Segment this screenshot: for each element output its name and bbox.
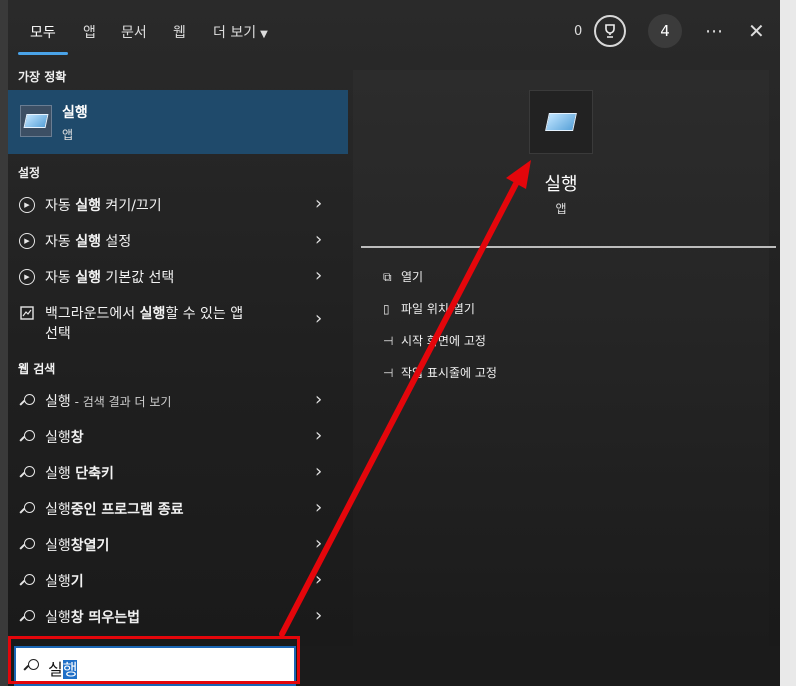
preview-app-name: 실행 xyxy=(544,174,578,195)
rewards-count: 0 xyxy=(574,23,583,39)
chevron-right-icon: › xyxy=(315,461,323,482)
settings-item-label: 자동 실행 설정 xyxy=(45,234,132,250)
account-button[interactable]: 4 xyxy=(648,14,682,48)
web-search-heading: 웹 검색 xyxy=(18,362,56,376)
desktop-right-strip xyxy=(780,0,796,686)
open-file-location-action[interactable]: ▯ 파일 위치 열기 xyxy=(383,300,475,317)
results-panel: 가장 정확 실행 앱 설정 ▶ 자동 실행 켜기/끄기 › ▶ 자동 실행 설정… xyxy=(8,62,348,646)
active-tab-indicator xyxy=(18,52,68,55)
trophy-icon xyxy=(594,15,627,47)
preview-app-type: 앱 xyxy=(555,202,567,216)
web-result-label: 실행창열기 xyxy=(45,538,110,554)
settings-item-label: 자동 실행 기본값 선택 xyxy=(45,270,175,286)
tab-bar: 모두 앱 문서 웹 더 보기 ▼ 0 4 ⋯ ✕ xyxy=(8,0,780,62)
web-result-item[interactable]: 실행 단축키 › xyxy=(8,454,348,490)
rewards[interactable]: 0 xyxy=(574,14,627,48)
search-icon xyxy=(18,500,36,518)
run-app-icon xyxy=(529,90,593,154)
tab-more[interactable]: 더 보기 ▼ xyxy=(213,22,268,42)
autoplay-icon: ▶ xyxy=(18,196,36,214)
settings-item-label: 백그라운드에서 실행할 수 있는 앱 선택 xyxy=(45,306,244,342)
tab-apps[interactable]: 앱 xyxy=(83,22,96,42)
web-result-item[interactable]: 실행창 띄우는법 › xyxy=(8,598,348,634)
search-icon xyxy=(18,608,36,626)
chevron-right-icon: › xyxy=(315,569,323,590)
settings-item[interactable]: ▶ 자동 실행 기본값 선택 › xyxy=(8,258,348,294)
settings-heading: 설정 xyxy=(18,166,41,180)
search-icon xyxy=(18,428,36,446)
search-icon xyxy=(18,464,36,482)
best-match-item[interactable]: 실행 앱 xyxy=(8,90,348,154)
chevron-right-icon: › xyxy=(315,389,323,410)
web-result-item[interactable]: 실행창 › xyxy=(8,418,348,454)
more-options-button[interactable]: ⋯ xyxy=(705,14,724,48)
pin-icon: ⊣ xyxy=(383,366,394,380)
best-match-name: 실행 xyxy=(62,105,88,121)
pin-icon: ⊣ xyxy=(383,334,394,348)
chevron-right-icon: › xyxy=(315,229,323,250)
chevron-right-icon: › xyxy=(315,497,323,518)
chevron-right-icon: › xyxy=(315,193,323,214)
search-icon xyxy=(18,572,36,590)
settings-item-label: 자동 실행 켜기/끄기 xyxy=(45,198,162,214)
web-result-label: 실행 단축키 xyxy=(45,466,114,482)
settings-item[interactable]: 백그라운드에서 실행할 수 있는 앱 선택 › xyxy=(8,294,348,342)
settings-item[interactable]: ▶ 자동 실행 켜기/끄기 › xyxy=(8,186,348,222)
search-icon xyxy=(18,392,36,410)
autoplay-icon: ▶ xyxy=(18,232,36,250)
ellipsis-icon: ⋯ xyxy=(705,20,724,42)
web-result-label: 실행창 xyxy=(45,430,84,446)
best-match-type: 앱 xyxy=(62,128,74,142)
web-result-label: 실행 - 검색 결과 더 보기 xyxy=(45,394,172,410)
desktop-left-strip xyxy=(0,0,8,686)
chevron-right-icon: › xyxy=(315,308,323,329)
run-app-icon xyxy=(20,105,52,137)
web-result-item[interactable]: 실행기 › xyxy=(8,562,348,598)
chevron-down-icon: ▼ xyxy=(260,29,268,40)
tab-all[interactable]: 모두 xyxy=(30,22,56,42)
close-icon: ✕ xyxy=(748,19,765,43)
open-icon: ⧉ xyxy=(383,270,392,284)
search-icon xyxy=(18,536,36,554)
close-button[interactable]: ✕ xyxy=(748,14,765,48)
tab-web[interactable]: 웹 xyxy=(173,22,186,42)
best-match-heading: 가장 정확 xyxy=(18,70,67,84)
chevron-right-icon: › xyxy=(315,425,323,446)
web-result-label: 실행창 띄우는법 xyxy=(45,610,141,626)
chevron-right-icon: › xyxy=(315,533,323,554)
pin-to-start-action[interactable]: ⊣ 시작 화면에 고정 xyxy=(383,332,486,349)
open-action[interactable]: ⧉ 열기 xyxy=(383,268,423,285)
web-result-item[interactable]: 실행중인 프로그램 종료 › xyxy=(8,490,348,526)
autoplay-icon: ▶ xyxy=(18,268,36,286)
background-apps-icon xyxy=(18,304,36,322)
web-result-label: 실행중인 프로그램 종료 xyxy=(45,502,184,518)
annotation-highlight-box xyxy=(8,636,300,684)
file-icon: ▯ xyxy=(383,302,390,316)
chevron-right-icon: › xyxy=(315,265,323,286)
web-result-item[interactable]: 실행 - 검색 결과 더 보기 › xyxy=(8,382,348,418)
tab-documents[interactable]: 문서 xyxy=(121,22,147,42)
web-result-label: 실행기 xyxy=(45,574,84,590)
preview-pane: 실행 앱 ⧉ 열기 ▯ 파일 위치 열기 ⊣ 시작 화면에 고정 ⊣ 작업 표시줄에 고… xyxy=(353,70,776,646)
web-result-item[interactable]: 실행창열기 › xyxy=(8,526,348,562)
chevron-right-icon: › xyxy=(315,605,323,626)
divider xyxy=(361,246,776,248)
avatar: 4 xyxy=(648,14,682,48)
tab-more-label: 더 보기 xyxy=(213,25,257,41)
pin-to-taskbar-action[interactable]: ⊣ 작업 표시줄에 고정 xyxy=(383,364,497,381)
settings-item[interactable]: ▶ 자동 실행 설정 › xyxy=(8,222,348,258)
